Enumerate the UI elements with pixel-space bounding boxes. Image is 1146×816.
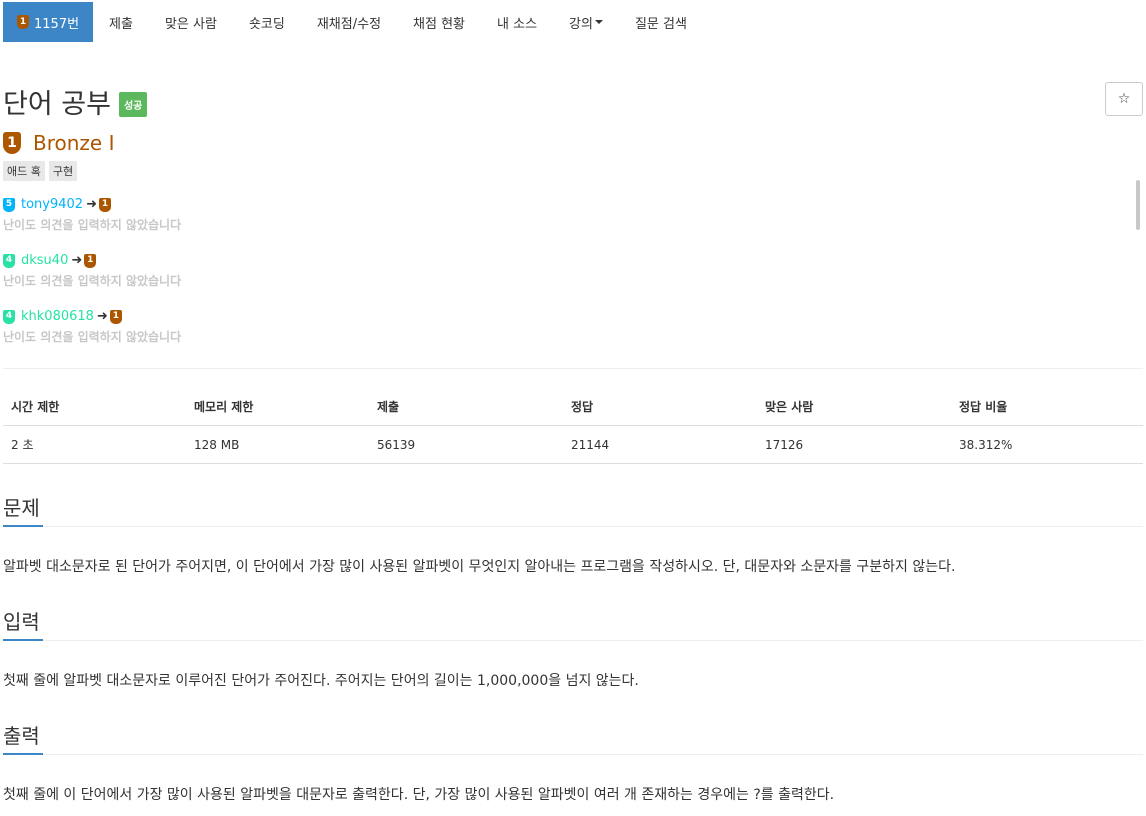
status-badge: 성공 <box>118 92 148 117</box>
section-underline <box>3 753 43 755</box>
section-body: 알파벳 대소문자로 된 단어가 주어지면, 이 단어에서 가장 많이 사용된 알… <box>3 559 956 575</box>
col-accept-ratio: 정답 비율 <box>951 388 1143 426</box>
title-row: 단어 공부 성공 <box>3 82 148 121</box>
nav-short-coding[interactable]: 숏코딩 <box>233 2 301 42</box>
col-memory-limit: 메모리 제한 <box>186 388 369 426</box>
favorite-star-button[interactable]: ☆ <box>1105 82 1143 116</box>
nav-problem-id: 1157번 <box>34 16 80 32</box>
opinion-scrollbar[interactable] <box>1136 180 1140 230</box>
section-title: 입력 <box>3 610 40 634</box>
diamond-tier-icon: 5 <box>3 197 15 212</box>
accepted-value: 21144 <box>563 425 757 464</box>
opinion-user-link[interactable]: dksu40 <box>21 253 68 268</box>
opinion-text: 난이도 의견을 입력하지 않았습니다 <box>3 330 182 344</box>
nav-my-source[interactable]: 내 소스 <box>481 2 553 42</box>
difficulty-opinion: 4 khk080618 ➜ 1 난이도 의견을 입력하지 않았습니다 <box>3 309 181 345</box>
input-section: 입력 첫째 줄에 알파벳 대소문자로 이루어진 단어가 주어진다. 주어지는 단… <box>3 606 1143 690</box>
submissions-value: 56139 <box>369 425 563 464</box>
arrow-right-icon: ➜ <box>86 197 97 212</box>
bronze-tier-icon: 1 <box>84 253 97 268</box>
difficulty-opinion: 4 dksu40 ➜ 1 난이도 의견을 입력하지 않았습니다 <box>3 253 181 289</box>
opinion-text: 난이도 의견을 입력하지 않았습니다 <box>3 218 182 232</box>
page-title: 단어 공부 <box>3 89 111 120</box>
divider <box>3 368 1143 369</box>
col-solved-users: 맞은 사람 <box>757 388 951 426</box>
platinum-tier-icon: 4 <box>3 253 15 268</box>
time-limit-value: 2 초 <box>3 425 186 464</box>
section-underline <box>3 639 43 641</box>
nav-lecture-label: 강의 <box>569 16 593 32</box>
tier-name[interactable]: Bronze I <box>33 131 114 155</box>
table-header-row: 시간 제한 메모리 제한 제출 정답 맞은 사람 정답 비율 <box>3 388 1143 426</box>
star-icon: ☆ <box>1117 91 1131 107</box>
problem-nav: 1 1157번 제출 맞은 사람 숏코딩 재채점/수정 채점 현황 내 소스 강… <box>3 2 703 42</box>
caret-down-icon <box>594 20 603 24</box>
tag-ad-hoc[interactable]: 애드 혹 <box>3 161 45 181</box>
nav-solved-users[interactable]: 맞은 사람 <box>149 2 233 42</box>
nav-status[interactable]: 채점 현황 <box>397 2 481 42</box>
nav-problem-tab[interactable]: 1 1157번 <box>3 2 94 42</box>
difficulty-opinion: 5 tony9402 ➜ 1 난이도 의견을 입력하지 않았습니다 <box>3 197 181 233</box>
opinion-text: 난이도 의견을 입력하지 않았습니다 <box>3 274 182 288</box>
bronze-tier-icon: 1 <box>109 309 122 324</box>
col-time-limit: 시간 제한 <box>3 388 186 426</box>
nav-question-search[interactable]: 질문 검색 <box>619 2 703 42</box>
tag-implementation[interactable]: 구현 <box>48 161 78 181</box>
nav-rejudge[interactable]: 재채점/수정 <box>301 2 397 42</box>
platinum-tier-icon: 4 <box>3 309 15 324</box>
memory-limit-value: 128 MB <box>186 425 369 464</box>
section-body: 첫째 줄에 이 단어에서 가장 많이 사용된 알파벳을 대문자로 출력한다. 단… <box>3 787 835 803</box>
col-submissions: 제출 <box>369 388 563 426</box>
section-underline <box>3 525 43 527</box>
opinion-user-link[interactable]: khk080618 <box>21 309 94 324</box>
nav-lecture-dropdown[interactable]: 강의 <box>553 2 619 42</box>
section-body: 첫째 줄에 알파벳 대소문자로 이루어진 단어가 주어진다. 주어지는 단어의 … <box>3 673 639 689</box>
bronze-tier-icon: 1 <box>98 197 111 212</box>
algorithm-tags: 애드 혹 구현 <box>3 161 78 181</box>
opinion-user-link[interactable]: tony9402 <box>21 197 83 212</box>
solved-users-value: 17126 <box>757 425 951 464</box>
accept-ratio-value: 38.312% <box>951 425 1143 464</box>
bronze-tier-icon: 1 <box>17 15 29 29</box>
col-accepted: 정답 <box>563 388 757 426</box>
problem-info-table: 시간 제한 메모리 제한 제출 정답 맞은 사람 정답 비율 2 초 128 M… <box>3 388 1143 464</box>
problem-description-section: 문제 알파벳 대소문자로 된 단어가 주어지면, 이 단어에서 가장 많이 사용… <box>3 492 1143 576</box>
section-title: 출력 <box>3 724 40 748</box>
bronze-tier-icon: 1 <box>3 132 21 154</box>
arrow-right-icon: ➜ <box>96 309 108 324</box>
section-title: 문제 <box>3 496 40 520</box>
arrow-right-icon: ➜ <box>71 253 83 268</box>
table-row: 2 초 128 MB 56139 21144 17126 38.312% <box>3 425 1143 464</box>
tier-row: 1 Bronze I <box>3 131 114 155</box>
nav-submit[interactable]: 제출 <box>93 2 149 42</box>
output-section: 출력 첫째 줄에 이 단어에서 가장 많이 사용된 알파벳을 대문자로 출력한다… <box>3 720 1143 804</box>
